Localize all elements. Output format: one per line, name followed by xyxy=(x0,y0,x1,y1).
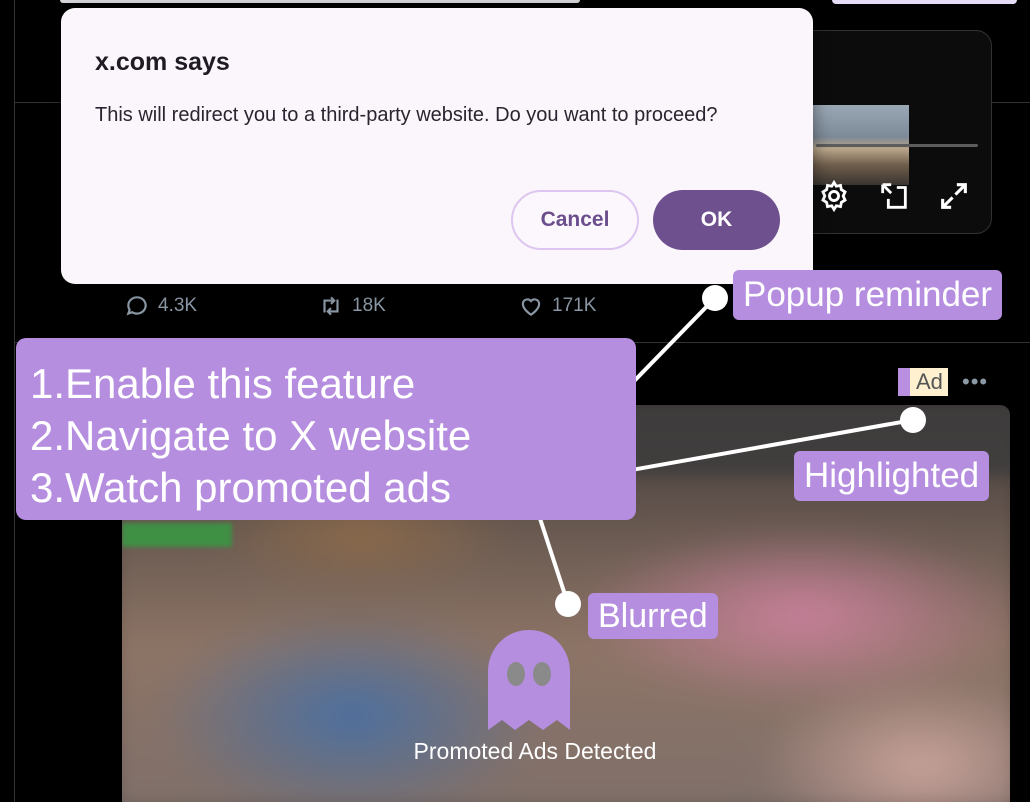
pip-icon[interactable] xyxy=(877,179,911,213)
repost-button[interactable]: 18K xyxy=(318,288,386,324)
fullscreen-icon[interactable] xyxy=(937,179,971,213)
like-button[interactable]: 171K xyxy=(518,288,596,324)
highlighted-tag: Highlighted xyxy=(794,451,990,501)
step-1: 1.Enable this feature xyxy=(30,360,416,407)
reply-icon xyxy=(126,296,147,316)
like-count: 171K xyxy=(552,295,597,316)
blurred-tag: Blurred xyxy=(588,593,718,639)
dialog-message: This will redirect you to a third-party … xyxy=(95,104,718,126)
video-progress-bar[interactable] xyxy=(816,144,978,147)
popup-reminder-tag: Popup reminder xyxy=(733,270,1003,320)
ghost-icon xyxy=(486,628,572,732)
step-2: 2.Navigate to X website xyxy=(30,412,472,459)
blurred-badge xyxy=(122,523,232,547)
highlight-marker xyxy=(898,368,910,396)
settings-icon[interactable] xyxy=(817,179,851,213)
repost-count: 18K xyxy=(352,295,386,316)
ok-button[interactable]: OK xyxy=(653,190,780,250)
step-3: 3.Watch promoted ads xyxy=(30,464,451,511)
repost-icon xyxy=(323,296,339,316)
reply-count: 4.3K xyxy=(158,295,198,316)
dialog-title: x.com says xyxy=(95,48,230,76)
like-icon xyxy=(521,298,541,316)
steps-callout: 1.Enable this feature 2.Navigate to X we… xyxy=(16,338,636,520)
promoted-ads-label: Promoted Ads Detected xyxy=(413,738,657,764)
cancel-button[interactable]: Cancel xyxy=(511,190,639,250)
confirm-dialog: x.com says This will redirect you to a t… xyxy=(61,8,813,284)
reply-button[interactable]: 4.3K xyxy=(124,288,197,324)
more-options-button[interactable]: ••• xyxy=(962,368,994,396)
